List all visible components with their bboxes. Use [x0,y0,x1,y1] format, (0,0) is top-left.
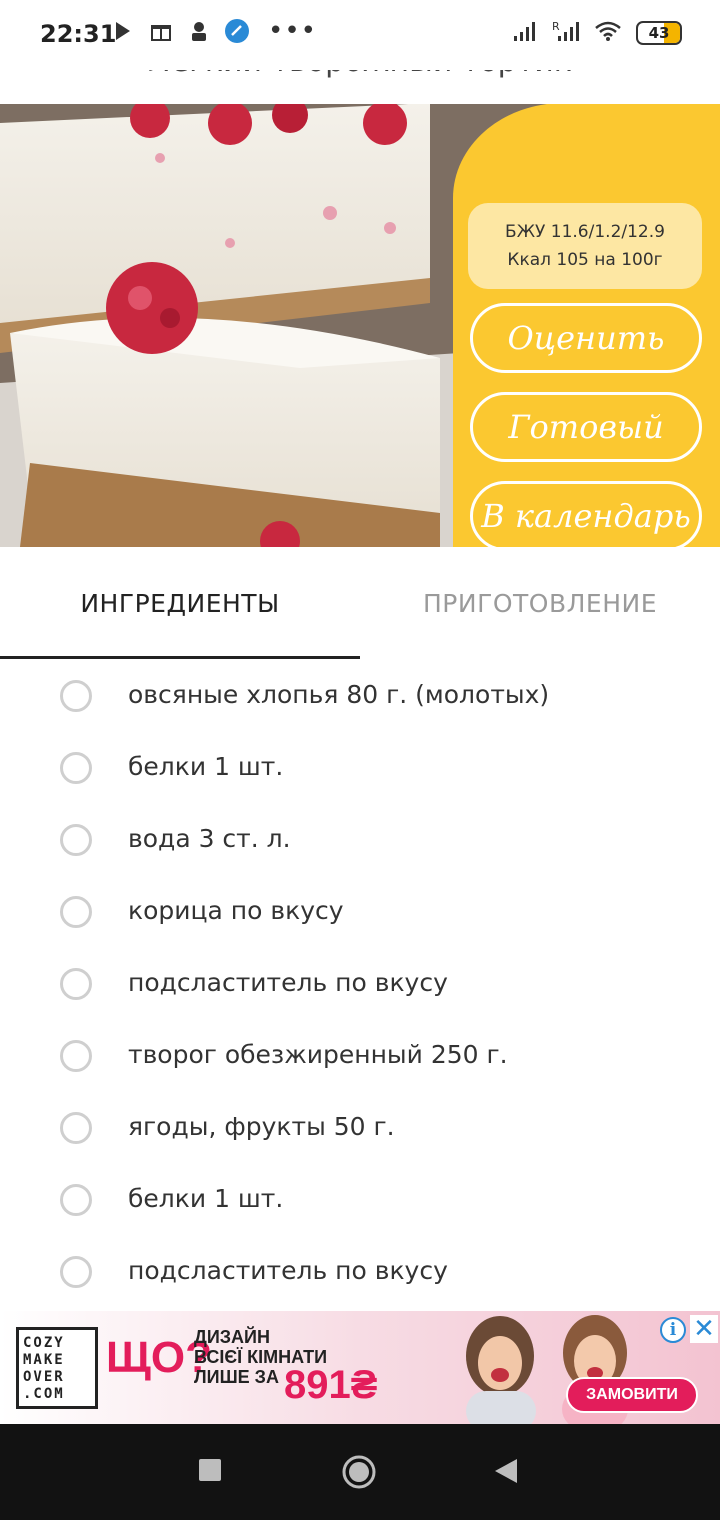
ingredient-checkbox[interactable] [60,968,92,1000]
battery-level: 43 [648,24,670,42]
tab-preparation[interactable]: ПРИГОТОВЛЕНИЕ [360,589,720,618]
ad-info-icon[interactable]: i [660,1317,686,1343]
ad-text-line: ЛИШЕ ЗА [194,1367,279,1387]
ingredient-label: подсластитель по вкусу [128,968,448,997]
status-time: 22:31 [40,20,117,48]
list-item[interactable]: белки 1 шт. [0,732,720,804]
list-item[interactable]: белки 1 шт. [0,1164,720,1236]
signal-roaming-icon: R [552,20,580,46]
ad-price: 891₴ [284,1363,378,1407]
ad-logo-line: MAKE [23,1352,65,1368]
signal-icon [512,20,538,46]
ingredient-label: овсяные хлопья 80 г. (молотых) [128,680,550,709]
more-notifications-icon: ••• [268,16,318,46]
battery-icon: 43 [636,21,682,45]
ad-close-icon[interactable]: ✕ [690,1315,718,1343]
active-tab-indicator [0,656,360,659]
recipe-hero: БЖУ 11.6/1.2/12.9 Ккал 105 на 100г Оцени… [0,103,720,547]
list-item[interactable]: творог обезжиренный 250 г. [0,1020,720,1092]
ingredient-checkbox[interactable] [60,752,92,784]
ad-order-button[interactable]: ЗАМОВИТИ [566,1377,698,1413]
ingredient-label: белки 1 шт. [128,752,284,781]
ad-logo-line: .COM [23,1386,65,1402]
browser-icon [224,18,250,44]
tab-ingredients[interactable]: ИНГРЕДИЕНТЫ [0,589,360,618]
list-item[interactable]: подсластитель по вкусу [0,948,720,1020]
list-item[interactable]: корица по вкусу [0,876,720,948]
ingredient-checkbox[interactable] [60,1256,92,1288]
ad-logo-line: COZY [23,1335,65,1351]
ad-banner[interactable]: COZY MAKE OVER .COM ЩО? ДИЗАЙН ВСІЄЇ КІМ… [0,1311,720,1424]
ingredient-checkbox[interactable] [60,1112,92,1144]
ready-button[interactable]: Готовый [470,392,702,462]
home-icon[interactable] [341,1454,377,1494]
wifi-icon [594,20,622,46]
ingredient-checkbox[interactable] [60,1184,92,1216]
ingredient-label: ягоды, фрукты 50 г. [128,1112,395,1141]
gift-icon [148,18,174,44]
ingredient-label: белки 1 шт. [128,1184,284,1213]
notification-icons [110,18,250,44]
back-icon[interactable] [493,1457,519,1489]
list-item[interactable]: вода 3 ст. л. [0,804,720,876]
ad-logo-line: OVER [23,1369,65,1385]
nutrition-calories: Ккал 105 на 100г [507,250,663,270]
play-store-icon [110,18,136,44]
ingredient-label: корица по вкусу [128,896,344,925]
ingredient-label: подсластитель по вкусу [128,1256,448,1285]
list-item[interactable]: ягоды, фрукты 50 г. [0,1092,720,1164]
ingredient-checkbox[interactable] [60,680,92,712]
recipe-tabs: ИНГРЕДИЕНТЫ ПРИГОТОВЛЕНИЕ [0,547,720,659]
ingredient-checkbox[interactable] [60,896,92,928]
status-bar: 22:31 ••• R 43 [0,0,720,70]
nutrition-info: БЖУ 11.6/1.2/12.9 Ккал 105 на 100г [468,203,702,289]
ingredient-checkbox[interactable] [60,824,92,856]
rate-button[interactable]: Оценить [470,303,702,373]
ingredient-label: творог обезжиренный 250 г. [128,1040,508,1069]
recents-icon[interactable] [198,1458,222,1486]
nutrition-macros: БЖУ 11.6/1.2/12.9 [505,222,665,242]
ad-text-line: ДИЗАЙН [194,1327,270,1347]
list-item[interactable]: подсластитель по вкусу [0,1236,720,1308]
add-to-calendar-button[interactable]: В календарь [470,481,702,547]
ad-logo: COZY MAKE OVER .COM [16,1327,98,1409]
system-icons: R 43 [512,20,682,46]
game-icon [186,18,212,44]
ingredient-label: вода 3 ст. л. [128,824,291,853]
system-nav-bar [0,1424,720,1520]
ingredient-checkbox[interactable] [60,1040,92,1072]
svg-text:R: R [552,20,560,33]
list-item[interactable]: овсяные хлопья 80 г. (молотых) [0,660,720,732]
